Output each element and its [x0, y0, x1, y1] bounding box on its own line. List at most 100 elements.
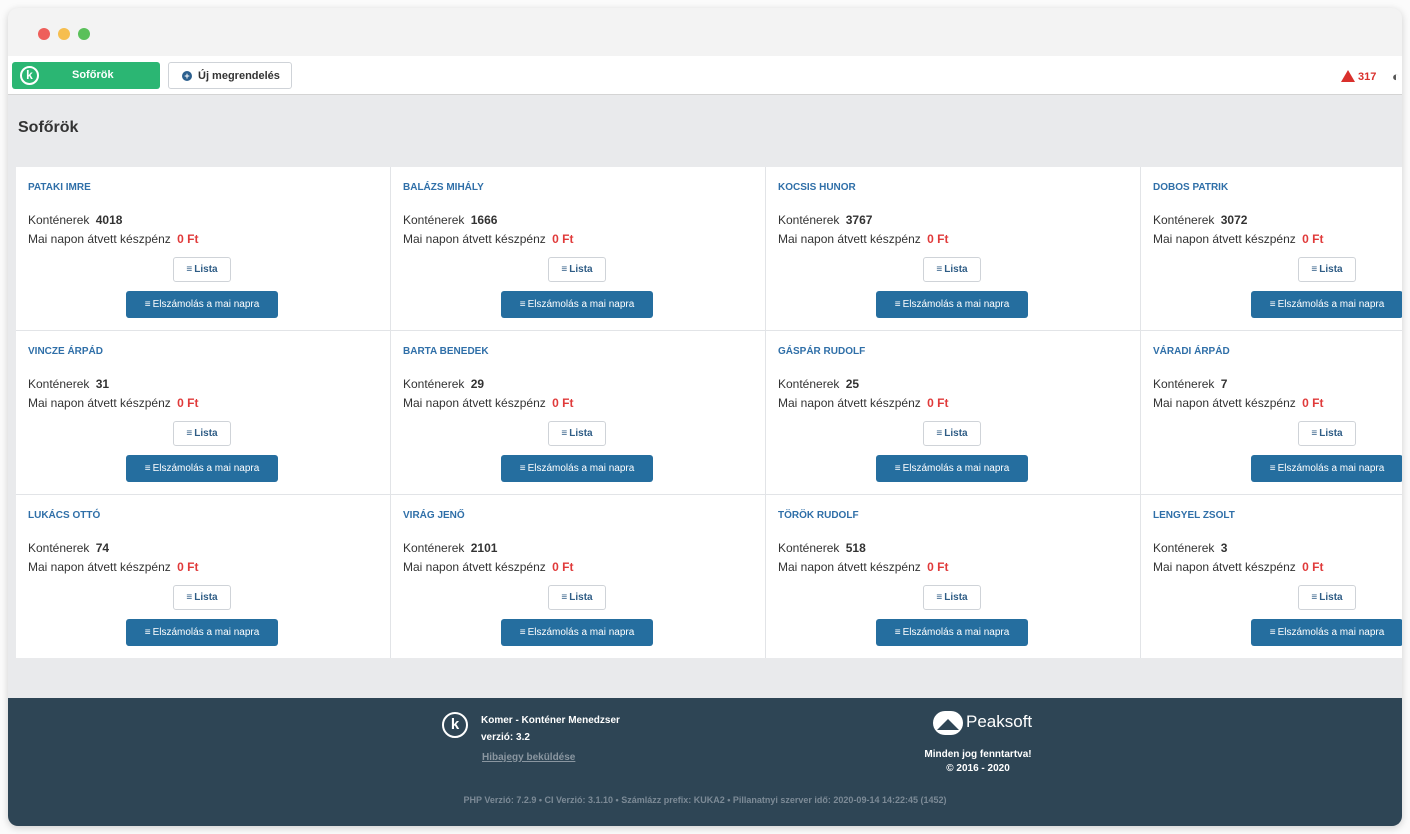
list-lines-icon: ≡ — [894, 627, 901, 638]
driver-name-link[interactable]: TÖRÖK RUDOLF — [778, 510, 859, 521]
containers-line: Konténerek 25 — [778, 377, 859, 391]
driver-card: BARTA BENEDEK Konténerek 29 Mai napon át… — [391, 331, 765, 494]
driver-name-link[interactable]: VINCZE ÁRPÁD — [28, 346, 103, 357]
list-button[interactable]: ≡ Lista — [548, 257, 606, 282]
settle-today-button[interactable]: ≡ Elszámolás a mai napra — [876, 619, 1028, 646]
driver-name-link[interactable]: DOBOS PATRIK — [1153, 182, 1228, 193]
drivers-nav-button[interactable]: k Sofőrök — [12, 62, 160, 89]
list-button[interactable]: ≡ Lista — [548, 421, 606, 446]
driver-name-link[interactable]: LENGYEL ZSOLT — [1153, 510, 1235, 521]
settle-button-label: Elszámolás a mai napra — [902, 627, 1010, 638]
cash-label: Mai napon átvett készpénz — [403, 396, 546, 410]
containers-line: Konténerek 31 — [28, 377, 109, 391]
driver-card: DOBOS PATRIK Konténerek 3072 Mai napon á… — [1141, 167, 1402, 330]
list-button[interactable]: ≡ Lista — [548, 585, 606, 610]
minimize-window-dot[interactable] — [58, 28, 70, 40]
list-lines-icon: ≡ — [561, 264, 568, 275]
containers-line: Konténerek 29 — [403, 377, 484, 391]
bug-report-link[interactable]: Hibajegy beküldése — [482, 752, 575, 763]
list-lines-icon: ≡ — [144, 627, 151, 638]
list-button[interactable]: ≡ Lista — [173, 585, 231, 610]
rights-text: Minden jog fenntartva! — [924, 749, 1032, 760]
driver-name-link[interactable]: BARTA BENEDEK — [403, 346, 489, 357]
app-name: Komer - Konténer Menedzser — [481, 715, 620, 726]
driver-name-link[interactable]: PATAKI IMRE — [28, 182, 91, 193]
list-button[interactable]: ≡ Lista — [923, 257, 981, 282]
window-chrome — [8, 8, 1402, 56]
cash-line: Mai napon átvett készpénz 0 Ft — [778, 560, 948, 574]
settle-today-button[interactable]: ≡ Elszámolás a mai napra — [501, 619, 653, 646]
list-button-label: Lista — [569, 264, 593, 275]
settle-button-label: Elszámolás a mai napra — [527, 299, 635, 310]
driver-name-link[interactable]: KOCSIS HUNOR — [778, 182, 856, 193]
cash-label: Mai napon átvett készpénz — [28, 232, 171, 246]
settle-today-button[interactable]: ≡ Elszámolás a mai napra — [876, 455, 1028, 482]
list-button-label: Lista — [944, 592, 968, 603]
driver-card: VÁRADI ÁRPÁD Konténerek 7 Mai napon átve… — [1141, 331, 1402, 494]
list-button[interactable]: ≡ Lista — [1298, 421, 1356, 446]
server-meta: PHP Verzió: 7.2.9 • CI Verzió: 3.1.10 • … — [463, 795, 947, 805]
list-button[interactable]: ≡ Lista — [173, 257, 231, 282]
settle-today-button[interactable]: ≡ Elszámolás a mai napra — [501, 455, 653, 482]
page-title: Sofőrök — [18, 119, 79, 136]
settle-today-button[interactable]: ≡ Elszámolás a mai napra — [876, 291, 1028, 318]
list-button-label: Lista — [1319, 264, 1343, 275]
page-footer: k Komer - Konténer Menedzser verzió: 3.2… — [8, 698, 1402, 826]
list-button[interactable]: ≡ Lista — [1298, 585, 1356, 610]
list-button-label: Lista — [194, 264, 218, 275]
list-button[interactable]: ≡ Lista — [923, 421, 981, 446]
copyright-block: Minden jog fenntartva! © 2016 - 2020 — [908, 748, 1048, 776]
settle-button-label: Elszámolás a mai napra — [1277, 627, 1385, 638]
settle-today-button[interactable]: ≡ Elszámolás a mai napra — [501, 291, 653, 318]
cash-amount: 0 Ft — [177, 560, 199, 574]
containers-label: Konténerek — [403, 213, 465, 227]
driver-name-link[interactable]: GÁSPÁR RUDOLF — [778, 346, 865, 357]
cash-label: Mai napon átvett készpénz — [403, 232, 546, 246]
list-button[interactable]: ≡ Lista — [923, 585, 981, 610]
list-lines-icon: ≡ — [144, 463, 151, 474]
close-window-dot[interactable] — [38, 28, 50, 40]
maximize-window-dot[interactable] — [78, 28, 90, 40]
containers-label: Konténerek — [1153, 377, 1215, 391]
settle-button-label: Elszámolás a mai napra — [1277, 463, 1385, 474]
settle-today-button[interactable]: ≡ Elszámolás a mai napra — [1251, 455, 1402, 482]
settle-button-label: Elszámolás a mai napra — [152, 299, 260, 310]
driver-name-link[interactable]: VIRÁG JENŐ — [403, 510, 465, 521]
containers-count: 7 — [1220, 377, 1228, 391]
containers-count: 3072 — [1220, 213, 1248, 227]
alert-indicator[interactable]: 317 — [1341, 70, 1376, 83]
copyright-years: © 2016 - 2020 — [946, 763, 1010, 774]
settle-today-button[interactable]: ≡ Elszámolás a mai napra — [126, 619, 278, 646]
cash-line: Mai napon átvett készpénz 0 Ft — [403, 560, 573, 574]
driver-name-link[interactable]: BALÁZS MIHÁLY — [403, 182, 484, 193]
containers-count: 3 — [1220, 541, 1228, 555]
containers-label: Konténerek — [778, 213, 840, 227]
list-button[interactable]: ≡ Lista — [1298, 257, 1356, 282]
settle-today-button[interactable]: ≡ Elszámolás a mai napra — [1251, 619, 1402, 646]
app-version: verzió: 3.2 — [481, 732, 530, 743]
containers-line: Konténerek 518 — [778, 541, 866, 555]
list-button[interactable]: ≡ Lista — [173, 421, 231, 446]
list-button-label: Lista — [1319, 592, 1343, 603]
containers-count: 25 — [845, 377, 860, 391]
cash-line: Mai napon átvett készpénz 0 Ft — [28, 396, 198, 410]
cash-amount: 0 Ft — [177, 232, 199, 246]
driver-name-link[interactable]: LUKÁCS OTTÓ — [28, 510, 100, 521]
list-lines-icon: ≡ — [936, 264, 943, 275]
list-lines-icon: ≡ — [894, 299, 901, 310]
settle-today-button[interactable]: ≡ Elszámolás a mai napra — [126, 455, 278, 482]
list-lines-icon: ≡ — [519, 463, 526, 474]
settle-today-button[interactable]: ≡ Elszámolás a mai napra — [1251, 291, 1402, 318]
settle-today-button[interactable]: ≡ Elszámolás a mai napra — [126, 291, 278, 318]
list-lines-icon: ≡ — [186, 592, 193, 603]
containers-count: 2101 — [470, 541, 498, 555]
cash-label: Mai napon átvett készpénz — [778, 560, 921, 574]
peaksoft-logo-icon — [933, 711, 963, 735]
user-circle-icon[interactable]: ◐ — [1392, 69, 1400, 84]
new-order-button[interactable]: + Új megrendelés — [168, 62, 292, 89]
warning-triangle-icon — [1341, 70, 1355, 82]
containers-line: Konténerek 3072 — [1153, 213, 1247, 227]
containers-count: 4018 — [95, 213, 123, 227]
cash-label: Mai napon átvett készpénz — [403, 560, 546, 574]
driver-name-link[interactable]: VÁRADI ÁRPÁD — [1153, 346, 1230, 357]
